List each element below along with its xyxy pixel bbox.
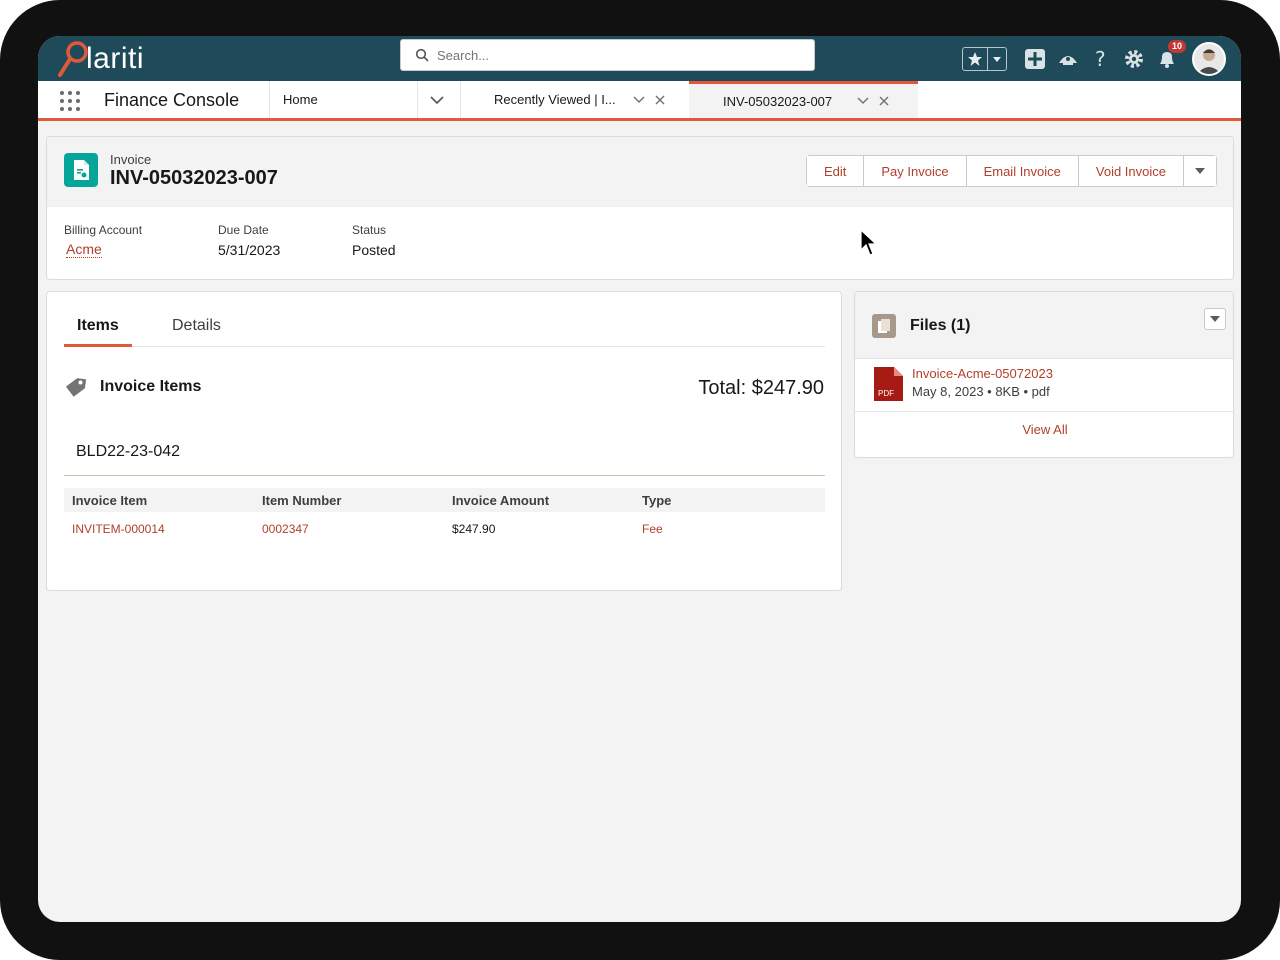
column-header[interactable]: Type	[634, 488, 825, 512]
invoice-item-link[interactable]: INVITEM-000014	[64, 512, 254, 546]
field-label: Billing Account	[64, 223, 143, 237]
items-card: Items Details Invoice Items Total: $247.…	[46, 291, 842, 591]
more-actions-button[interactable]	[1184, 156, 1216, 186]
app-nav-bar: Finance Console Home Recently Viewed | I…	[38, 81, 1241, 121]
mouse-cursor-icon	[860, 229, 878, 256]
chevron-down-icon	[1210, 315, 1220, 322]
files-title: Files (1)	[910, 317, 971, 334]
group-label: BLD22-23-042	[76, 443, 181, 460]
search-input[interactable]	[437, 47, 797, 63]
section-title: Invoice Items	[100, 378, 202, 395]
nav-divider	[417, 81, 418, 118]
pdf-file-icon: PDF	[874, 367, 903, 401]
close-icon[interactable]	[651, 91, 669, 109]
tab-recently-viewed-label: Recently Viewed | I...	[494, 92, 616, 107]
view-all-link[interactable]: View All	[855, 422, 1233, 437]
invoice-record-icon	[64, 153, 98, 187]
void-invoice-button[interactable]: Void Invoice	[1078, 156, 1184, 186]
column-header[interactable]: Invoice Amount	[444, 488, 634, 512]
tab-items[interactable]: Items	[64, 317, 132, 347]
files-card: Files (1) PDF Invoice-Acme-05072023 May …	[854, 291, 1234, 458]
field-label: Due Date	[218, 223, 269, 237]
record-tabs: Items Details	[64, 292, 825, 347]
header-utility-icons: ? 10	[962, 36, 1241, 81]
tab-home[interactable]: Home	[283, 81, 318, 118]
screen: lariti Search... ? 10 Finance Console Ho…	[38, 36, 1241, 922]
global-header: lariti Search... ? 10	[38, 36, 1241, 81]
divider	[64, 475, 825, 476]
pay-invoice-button[interactable]: Pay Invoice	[864, 156, 967, 186]
record-header-top: Invoice INV-05032023-007 Edit Pay Invoic…	[47, 137, 1233, 207]
nav-menu-button[interactable]	[430, 81, 444, 118]
highlights-panel: Billing Account Acme Due Date 5/31/2023 …	[47, 207, 1233, 279]
field-billing-account: Billing Account Acme	[64, 223, 142, 259]
tab-details[interactable]: Details	[172, 317, 221, 346]
tab-invoice-label: INV-05032023-007	[723, 93, 833, 109]
field-value: 5/31/2023	[218, 242, 281, 258]
field-label: Status	[352, 223, 387, 237]
section-header: Invoice Items	[64, 375, 201, 399]
device-frame: lariti Search... ? 10 Finance Console Ho…	[0, 0, 1280, 960]
close-icon[interactable]	[875, 92, 893, 110]
item-number-link[interactable]: 0002347	[254, 512, 444, 546]
record-type-label: Invoice	[110, 152, 152, 167]
nav-divider	[269, 81, 270, 118]
type-link[interactable]: Fee	[634, 512, 825, 546]
invoice-total: Total: $247.90	[698, 377, 824, 399]
chevron-down-icon[interactable]	[854, 92, 872, 110]
record-header: Invoice INV-05032023-007 Edit Pay Invoic…	[46, 136, 1234, 280]
field-status: Status Posted	[352, 223, 396, 258]
logo-text: lariti	[86, 41, 145, 75]
app-logo[interactable]: lariti	[56, 36, 144, 81]
nav-divider	[460, 81, 461, 118]
notification-count-badge: 10	[1167, 39, 1186, 53]
file-meta: May 8, 2023 • 8KB • pdf	[912, 384, 1050, 399]
file-name-link[interactable]: Invoice-Acme-05072023	[912, 366, 1053, 381]
pdf-label: PDF	[878, 389, 894, 398]
svg-text:?: ?	[1095, 48, 1106, 70]
table-header-row: Invoice Item Item Number Invoice Amount …	[64, 488, 825, 512]
search-icon	[415, 48, 429, 62]
page-title: INV-05032023-007	[110, 167, 278, 189]
chevron-down-icon[interactable]	[630, 91, 648, 109]
column-header[interactable]: Item Number	[254, 488, 444, 512]
gear-icon[interactable]	[1121, 46, 1147, 72]
file-item[interactable]: PDF Invoice-Acme-05072023 May 8, 2023 • …	[855, 359, 1233, 412]
files-menu-button[interactable]	[1204, 308, 1226, 330]
edit-button[interactable]: Edit	[806, 156, 865, 186]
invoice-amount: $247.90	[452, 522, 496, 536]
global-search[interactable]	[400, 39, 815, 71]
tag-icon	[65, 378, 87, 397]
help-icon[interactable]: ?	[1088, 46, 1114, 72]
tab-home-label: Home	[283, 92, 318, 107]
chevron-down-icon[interactable]	[988, 48, 1006, 70]
star-icon[interactable]	[963, 47, 989, 70]
chevron-down-icon	[430, 95, 444, 104]
app-name: Finance Console	[104, 90, 240, 110]
chevron-down-icon	[1195, 168, 1205, 174]
billing-account-link[interactable]: Acme	[66, 242, 102, 258]
app-launcher-icon[interactable]	[58, 89, 82, 113]
avatar[interactable]	[1192, 41, 1226, 76]
favorites-button-group[interactable]	[962, 46, 1007, 71]
field-value: Posted	[352, 242, 396, 258]
notifications-button[interactable]: 10	[1154, 39, 1186, 72]
tab-invoice-record[interactable]: INV-05032023-007	[689, 81, 918, 118]
field-due-date: Due Date 5/31/2023	[218, 223, 280, 258]
files-header: Files (1)	[855, 292, 1233, 359]
invoice-items-table: Invoice Item Item Number Invoice Amount …	[64, 488, 825, 546]
trailhead-icon[interactable]	[1055, 46, 1081, 72]
table-row: INVITEM-000014 0002347 $247.90 Fee	[64, 512, 825, 546]
column-header[interactable]: Invoice Item	[64, 488, 254, 512]
tab-recently-viewed[interactable]: Recently Viewed | I...	[494, 81, 669, 118]
files-icon	[872, 314, 896, 338]
record-actions: Edit Pay Invoice Email Invoice Void Invo…	[805, 155, 1217, 187]
add-icon[interactable]	[1022, 46, 1048, 72]
email-invoice-button[interactable]: Email Invoice	[966, 156, 1079, 186]
